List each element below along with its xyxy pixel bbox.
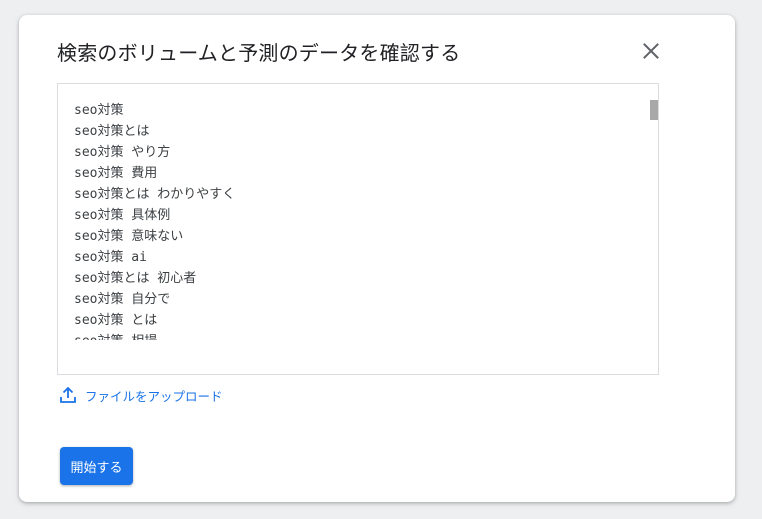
keywords-input-box[interactable]: seo対策 seo対策とは seo対策 やり方 seo対策 費用 seo対策とは…	[57, 83, 659, 375]
upload-file-link[interactable]: ファイルをアップロード	[59, 385, 223, 405]
keywords-scrollbar[interactable]	[650, 100, 658, 340]
scrollbar-thumb[interactable]	[650, 100, 658, 120]
keyword-planner-dialog: 検索のボリュームと予測のデータを確認する seo対策 seo対策とは seo対策…	[19, 15, 735, 502]
dialog-title: 検索のボリュームと予測のデータを確認する	[57, 41, 461, 65]
close-button[interactable]	[639, 39, 663, 63]
start-button[interactable]: 開始する	[60, 447, 133, 485]
keywords-textarea[interactable]: seo対策 seo対策とは seo対策 やり方 seo対策 費用 seo対策とは…	[74, 100, 634, 340]
close-icon	[643, 43, 659, 59]
upload-icon	[60, 386, 76, 403]
upload-file-label: ファイルをアップロード	[85, 388, 223, 404]
